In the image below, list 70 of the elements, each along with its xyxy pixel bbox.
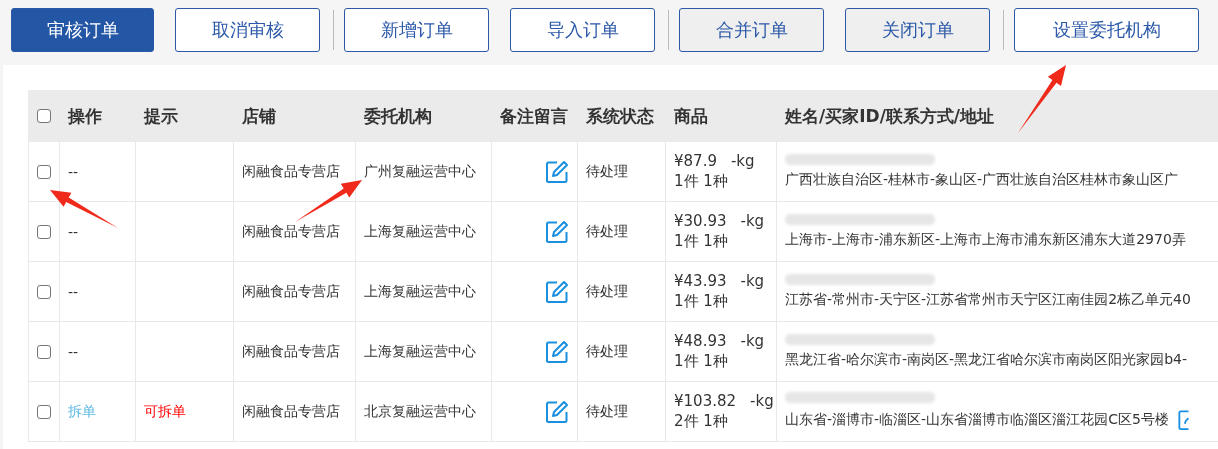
column-header: 店铺	[234, 90, 356, 142]
column-header: 商品	[666, 90, 777, 142]
toolbar-button[interactable]: 取消审核	[175, 8, 320, 52]
edit-icon[interactable]	[545, 339, 569, 364]
shop-name: 闲融食品专营店	[242, 162, 340, 181]
checkbox[interactable]	[37, 224, 51, 239]
status-text: 待处理	[586, 282, 628, 301]
price-text: ¥48.93	[674, 332, 727, 350]
weight-text: -kg	[740, 272, 765, 290]
hint-text: 可拆单	[144, 402, 186, 421]
quantity-text: 1件 1种	[674, 232, 728, 251]
address-text: 广西壮族自治区-桂林市-象山区-广西壮族自治区桂林市象山区广	[785, 171, 1179, 189]
toolbar-button[interactable]: 合并订单	[679, 8, 824, 52]
column-header: 操作	[60, 90, 136, 142]
toolbar-button[interactable]: 新增订单	[344, 8, 489, 52]
shop-name: 闲融食品专营店	[242, 342, 340, 361]
checkbox[interactable]	[37, 344, 51, 359]
agency-name: 广州复融运营中心	[364, 162, 476, 181]
status-text: 待处理	[586, 342, 628, 361]
column-header: 委托机构	[356, 90, 492, 142]
edit-icon[interactable]	[545, 159, 569, 184]
toolbar-button[interactable]: 关闭订单	[845, 8, 990, 52]
edit-icon[interactable]	[545, 399, 569, 424]
edit-icon[interactable]	[1176, 409, 1189, 431]
status-text: 待处理	[586, 162, 628, 181]
price-text: ¥43.93	[674, 272, 727, 290]
status-text: 待处理	[586, 222, 628, 241]
quantity-text: 1件 1种	[674, 352, 728, 371]
weight-text: -kg	[740, 332, 765, 350]
edit-icon[interactable]	[545, 219, 569, 244]
agency-name: 上海复融运营中心	[364, 282, 476, 301]
table-cell-text: --	[68, 343, 79, 360]
table-cell-text: --	[68, 163, 79, 180]
checkbox[interactable]	[37, 164, 51, 179]
edit-icon[interactable]	[545, 279, 569, 304]
quantity-text: 1件 1种	[674, 292, 728, 311]
weight-text: -kg	[740, 212, 765, 230]
column-header: 系统状态	[578, 90, 666, 142]
address-text: 黑龙江省-哈尔滨市-南岗区-黑龙江省哈尔滨市南岗区阳光家园b4-	[785, 351, 1187, 369]
address-text: 上海市-上海市-浦东新区-上海市上海市浦东新区浦东大道2970弄	[785, 231, 1186, 249]
price-text: ¥103.82	[674, 392, 737, 410]
annotation-arrow	[295, 180, 362, 222]
shop-name: 闲融食品专营店	[242, 282, 340, 301]
toolbar-button[interactable]: 设置委托机构	[1014, 8, 1199, 52]
quantity-text: 1件 1种	[674, 172, 728, 191]
agency-name: 上海复融运营中心	[364, 342, 476, 361]
shop-name: 闲融食品专营店	[242, 222, 340, 241]
weight-text: -kg	[750, 392, 774, 410]
agency-name: 上海复融运营中心	[364, 222, 476, 241]
quantity-text: 2件 1种	[674, 412, 728, 431]
toolbar-button[interactable]: 审核订单	[11, 8, 154, 52]
column-header: 提示	[136, 90, 234, 142]
annotation-arrow	[50, 190, 118, 228]
column-header: 备注留言	[492, 90, 578, 142]
checkbox[interactable]	[37, 284, 51, 299]
shop-name: 闲融食品专营店	[242, 402, 340, 421]
checkbox[interactable]	[37, 404, 51, 419]
agency-name: 北京复融运营中心	[364, 402, 476, 421]
price-text: ¥30.93	[674, 212, 727, 230]
table-cell-text: --	[68, 223, 79, 240]
weight-text: -kg	[730, 152, 755, 170]
annotation-arrow	[1018, 65, 1066, 133]
column-header: 姓名/买家ID/联系方式/地址	[777, 90, 1218, 142]
checkbox[interactable]	[37, 109, 51, 123]
address-text: 山东省-淄博市-临淄区-山东省淄博市临淄区淄江花园C区5号楼	[785, 411, 1169, 429]
table-cell-text: --	[68, 283, 79, 300]
toolbar-button[interactable]: 导入订单	[510, 8, 655, 52]
address-text: 江苏省-常州市-天宁区-江苏省常州市天宁区江南佳园2栋乙单元40	[785, 291, 1191, 309]
price-text: ¥87.9	[674, 152, 717, 170]
status-text: 待处理	[586, 402, 628, 421]
